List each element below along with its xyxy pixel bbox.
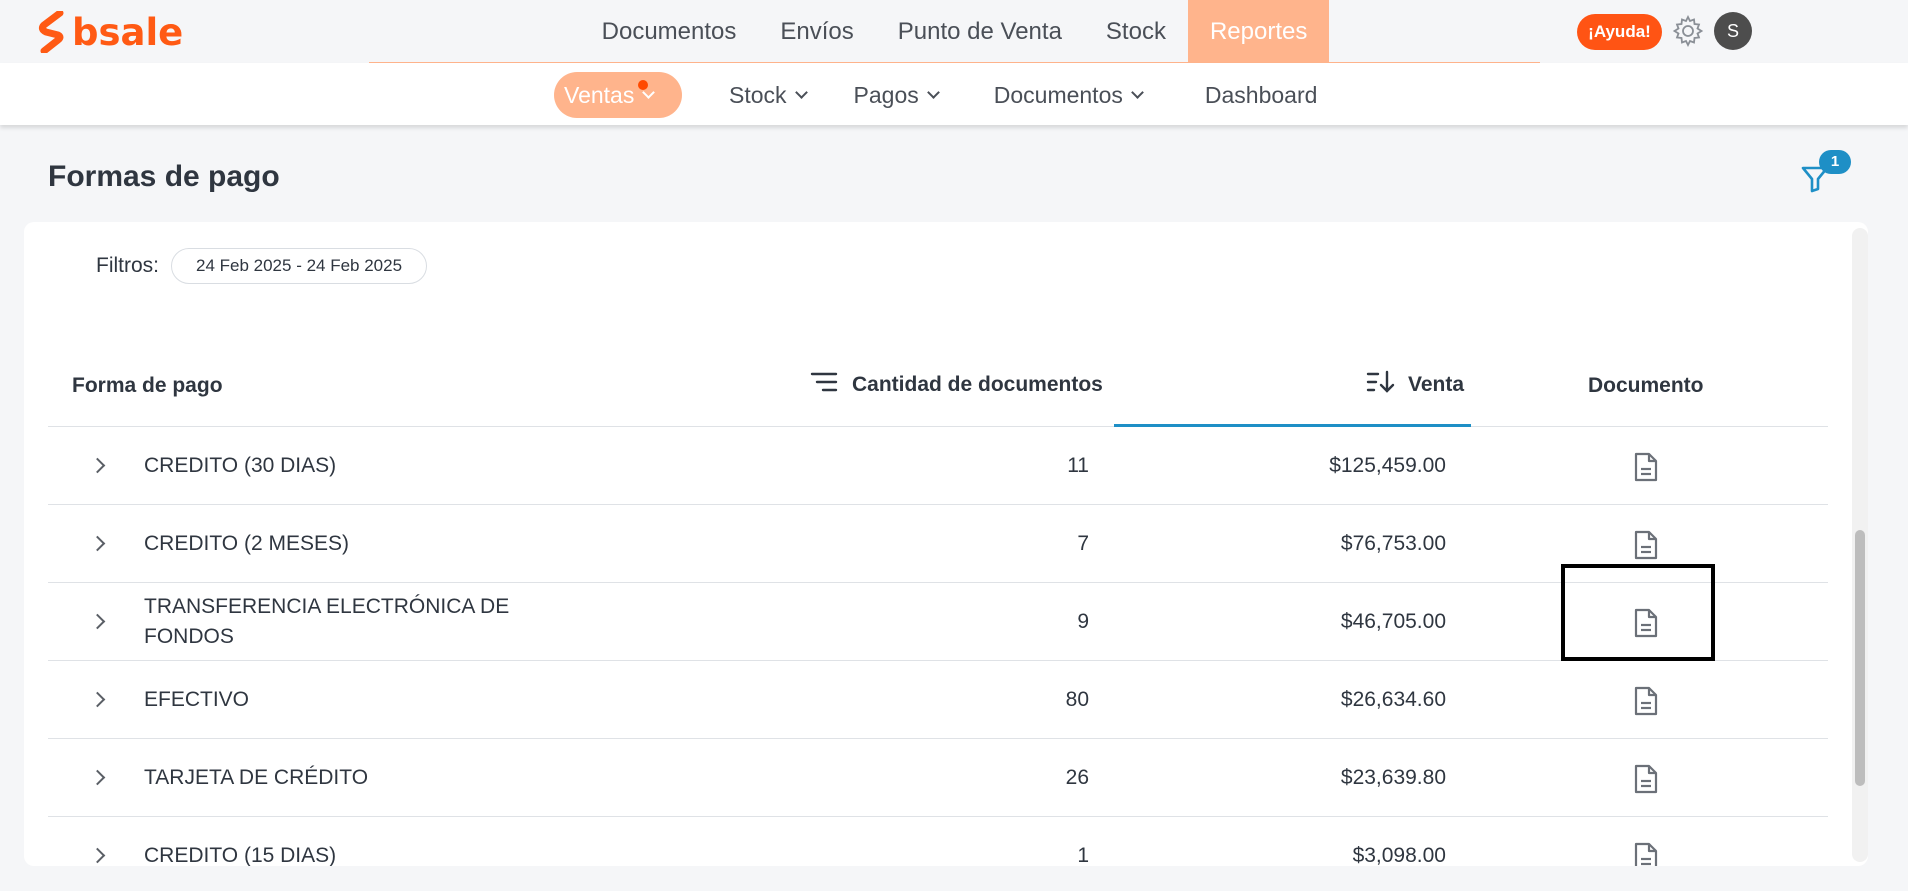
column-header-doc-count[interactable]: Cantidad de documentos: [810, 342, 1103, 427]
column-header-sales-label: Venta: [1408, 372, 1465, 396]
document-count: 9: [1077, 610, 1089, 633]
sub-nav-stock-label: Stock: [729, 81, 787, 108]
sales-amount: $23,639.80: [1340, 766, 1446, 789]
chevron-down-icon: [1131, 86, 1144, 99]
payment-method-name: TRANSFERENCIA ELECTRÓNICA DE FONDOS: [144, 595, 510, 648]
sub-nav: Ventas Stock Pagos Documentos Dashboard: [0, 63, 1908, 125]
sort-descending-icon: [1366, 370, 1395, 393]
chevron-right-icon[interactable]: [89, 691, 106, 708]
sub-nav-pagos-label: Pagos: [853, 81, 919, 108]
chevron-down-icon: [926, 86, 940, 99]
main-nav-envios[interactable]: Envíos: [758, 0, 875, 62]
sub-nav-dashboard-label: Dashboard: [1204, 81, 1318, 108]
report-card: Filtros: 24 Feb 2025 - 24 Feb 2025 Forma…: [24, 222, 1868, 866]
main-nav-punto-de-venta[interactable]: Punto de Venta: [876, 0, 1084, 62]
sub-nav-ventas[interactable]: Ventas: [554, 72, 682, 118]
document-count: 80: [1065, 688, 1089, 711]
column-header-document: Documento: [1588, 374, 1704, 397]
table-row[interactable]: CREDITO (30 DIAS) 11 $125,459.00: [48, 427, 1828, 505]
payment-method-name: CREDITO (30 DIAS): [144, 454, 337, 477]
bsale-logo[interactable]: bsale: [38, 10, 183, 54]
document-icon[interactable]: [1633, 530, 1659, 560]
sales-amount: $46,705.00: [1340, 610, 1446, 633]
filter-count-badge: 1: [1819, 150, 1851, 174]
page-title: Formas de pago: [48, 160, 280, 193]
sales-amount: $76,753.00: [1340, 532, 1446, 555]
brand-name: bsale: [72, 10, 184, 54]
chevron-right-icon[interactable]: [89, 769, 106, 786]
scrollbar-thumb[interactable]: [1855, 530, 1865, 786]
sub-nav-documentos-label: Documentos: [993, 81, 1123, 108]
chevron-right-icon[interactable]: [89, 457, 106, 474]
filters-label: Filtros:: [96, 254, 159, 277]
sales-amount: $125,459.00: [1329, 454, 1446, 477]
table-row[interactable]: EFECTIVO 80 $26,634.60: [48, 661, 1828, 739]
avatar[interactable]: S: [1714, 12, 1752, 50]
filters-bar: Filtros: 24 Feb 2025 - 24 Feb 2025: [96, 248, 428, 284]
sort-lines-icon: [810, 372, 838, 391]
document-count: 1: [1077, 844, 1089, 866]
document-icon[interactable]: [1633, 452, 1659, 482]
document-count: 26: [1065, 766, 1089, 789]
scrollbar[interactable]: [1852, 228, 1868, 862]
payment-method-name: CREDITO (15 DIAS): [144, 844, 337, 866]
payment-method-name: CREDITO (2 MESES): [144, 532, 349, 555]
sub-nav-dashboard[interactable]: Dashboard: [1205, 72, 1318, 118]
sub-nav-pagos[interactable]: Pagos: [853, 72, 940, 118]
payment-method-name: TARJETA DE CRÉDITO: [144, 766, 369, 789]
chevron-right-icon[interactable]: [89, 613, 106, 630]
sub-nav-stock[interactable]: Stock: [729, 72, 808, 118]
table-row[interactable]: CREDITO (15 DIAS) 1 $3,098.00: [48, 817, 1828, 866]
sub-nav-ventas-label: Ventas: [564, 81, 635, 108]
column-header-doc-count-label: Cantidad de documentos: [852, 372, 1103, 396]
document-icon[interactable]: [1633, 764, 1659, 794]
document-count: 7: [1077, 532, 1089, 555]
sales-amount: $26,634.60: [1340, 688, 1446, 711]
top-bar: bsale Documentos Envíos Punto de Venta S…: [0, 0, 1908, 65]
help-button[interactable]: ¡Ayuda!: [1577, 14, 1662, 50]
sales-amount: $3,098.00: [1352, 844, 1446, 866]
chevron-right-icon[interactable]: [89, 847, 106, 864]
highlight-box: [1561, 564, 1715, 661]
document-icon[interactable]: [1633, 842, 1659, 866]
chevron-right-icon[interactable]: [89, 535, 106, 552]
payment-method-name: EFECTIVO: [144, 688, 250, 711]
sub-nav-documentos[interactable]: Documentos: [993, 72, 1144, 118]
date-range-chip[interactable]: 24 Feb 2025 - 24 Feb 2025: [171, 248, 428, 284]
main-nav-documentos[interactable]: Documentos: [580, 0, 759, 62]
bsale-logo-icon: [38, 11, 64, 53]
main-nav: Documentos Envíos Punto de Venta Stock R…: [369, 0, 1540, 65]
notification-dot: [638, 80, 648, 90]
document-count: 11: [1067, 454, 1089, 477]
column-header-payment-method[interactable]: Forma de pago: [72, 342, 223, 427]
gear-icon[interactable]: [1671, 14, 1705, 48]
chevron-down-icon: [794, 86, 808, 99]
document-icon[interactable]: [1633, 686, 1659, 716]
main-nav-stock[interactable]: Stock: [1084, 0, 1188, 62]
main-nav-reportes[interactable]: Reportes: [1187, 0, 1330, 62]
table-row[interactable]: TARJETA DE CRÉDITO 26 $23,639.80: [48, 739, 1828, 817]
table-header: Forma de pago Cantidad de documentos Ven…: [48, 342, 1828, 427]
column-header-sales[interactable]: Venta: [1366, 342, 1464, 427]
